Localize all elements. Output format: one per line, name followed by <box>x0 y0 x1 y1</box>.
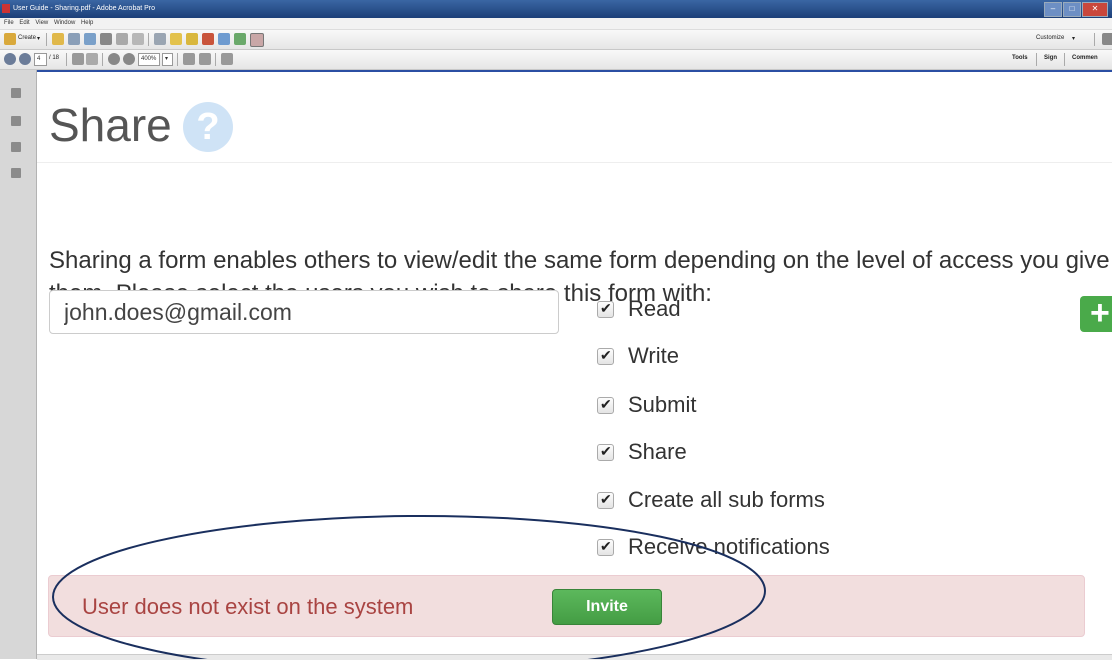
settings-icon[interactable] <box>154 33 166 45</box>
write-checkbox[interactable] <box>597 347 614 365</box>
window-title: User Guide - Sharing.pdf - Adobe Acrobat… <box>13 5 156 12</box>
zoom-in-icon[interactable] <box>123 53 135 65</box>
save-icon[interactable] <box>68 33 80 45</box>
invite-button[interactable]: Invite <box>552 589 662 625</box>
combine-icon[interactable] <box>218 33 230 45</box>
navigation-toolbar: 4 / 18 400% ▾ Tools Sign Commen <box>0 50 1112 70</box>
hand-tool-icon[interactable] <box>86 53 98 65</box>
form-icon[interactable] <box>250 33 264 47</box>
header-divider <box>37 162 1112 163</box>
menu-help[interactable]: Help <box>81 18 93 29</box>
edit-icon[interactable] <box>116 33 128 45</box>
scissors-icon[interactable] <box>221 53 233 65</box>
toolbar-divider <box>148 33 149 46</box>
share-checkbox[interactable] <box>597 443 614 461</box>
alert-message: User does not exist on the system <box>82 594 414 619</box>
customize-button[interactable]: Customize <box>1036 35 1064 41</box>
next-page-icon[interactable] <box>19 53 31 65</box>
toolbar-divider <box>177 53 178 66</box>
sign-tab[interactable]: Sign <box>1044 55 1057 61</box>
select-cursor-icon[interactable] <box>72 53 84 65</box>
close-icon[interactable]: ✕ <box>1082 2 1108 17</box>
tools-tab[interactable]: Tools <box>1012 55 1028 61</box>
permission-create-sub-forms[interactable]: Create all sub forms <box>597 487 825 513</box>
pdf-icon[interactable] <box>202 33 214 45</box>
email-icon[interactable] <box>132 33 144 45</box>
menu-edit[interactable]: Edit <box>19 18 29 29</box>
permission-label: Create all sub forms <box>628 487 825 512</box>
create-icon[interactable] <box>4 33 16 45</box>
permission-receive-notifications[interactable]: Receive notifications <box>597 534 830 560</box>
customize-dropdown-icon[interactable]: ▾ <box>1072 35 1075 42</box>
zoom-level-input[interactable]: 400% <box>138 53 160 66</box>
previous-page-icon[interactable] <box>4 53 16 65</box>
page-number-input[interactable]: 4 <box>34 53 47 66</box>
create-button[interactable]: Create <box>18 35 36 41</box>
page-top-border <box>37 70 1112 72</box>
open-folder-icon[interactable] <box>52 33 64 45</box>
export-icon[interactable] <box>234 33 246 45</box>
print-icon[interactable] <box>100 33 112 45</box>
toolbar-divider <box>215 53 216 66</box>
window-controls: – □ ✕ <box>1044 2 1108 17</box>
comment-icon[interactable] <box>170 33 182 45</box>
help-icon[interactable]: ? <box>183 102 233 152</box>
toolbar-divider <box>1036 53 1037 66</box>
title-bar: User Guide - Sharing.pdf - Adobe Acrobat… <box>0 0 1112 18</box>
toolbar-divider <box>1094 33 1095 46</box>
submit-checkbox[interactable] <box>597 396 614 414</box>
permission-share[interactable]: Share <box>597 439 687 465</box>
permission-label: Write <box>628 343 679 368</box>
error-alert: User does not exist on the system Invite <box>48 575 1085 637</box>
horizontal-scrollbar[interactable] <box>37 654 1112 660</box>
menu-file[interactable]: File <box>4 18 14 29</box>
share-title: Share <box>49 99 172 151</box>
menu-view[interactable]: View <box>35 18 48 29</box>
permission-label: Share <box>628 439 687 464</box>
highlight-icon[interactable] <box>186 33 198 45</box>
permission-read[interactable]: Read <box>597 296 681 322</box>
permission-label: Read <box>628 296 681 321</box>
receive-notifications-checkbox[interactable] <box>597 538 614 556</box>
zoom-out-icon[interactable] <box>108 53 120 65</box>
create-dropdown-icon[interactable]: ▾ <box>37 35 40 42</box>
acrobat-app-icon <box>2 4 10 13</box>
toolbar-divider <box>102 53 103 66</box>
attachments-icon[interactable] <box>11 142 21 152</box>
expand-icon[interactable] <box>1102 33 1112 45</box>
add-user-button[interactable]: + <box>1080 296 1112 332</box>
document-page: Share ? Sharing a form enables others to… <box>37 70 1112 659</box>
toolbar-divider <box>1064 53 1065 66</box>
zoom-dropdown-icon[interactable]: ▾ <box>162 53 173 66</box>
permission-submit[interactable]: Submit <box>597 392 696 418</box>
page-total: / 18 <box>49 55 60 61</box>
signatures-icon[interactable] <box>11 168 21 178</box>
bookmarks-icon[interactable] <box>11 116 21 126</box>
read-checkbox[interactable] <box>597 300 614 318</box>
comment-tab[interactable]: Commen <box>1072 55 1098 61</box>
fit-width-icon[interactable] <box>183 53 195 65</box>
create-sub-forms-checkbox[interactable] <box>597 491 614 509</box>
main-toolbar: Create ▾ Customize ▾ <box>0 30 1112 50</box>
navigation-pane <box>0 70 37 659</box>
fit-page-icon[interactable] <box>199 53 211 65</box>
permission-label: Submit <box>628 392 697 417</box>
menu-bar: File Edit View Window Help <box>0 18 1112 30</box>
minimize-icon[interactable]: – <box>1044 2 1062 17</box>
page-thumbnails-icon[interactable] <box>11 88 21 98</box>
toolbar-divider <box>66 53 67 66</box>
cloud-icon[interactable] <box>84 33 96 45</box>
email-input[interactable] <box>49 290 559 334</box>
permission-write[interactable]: Write <box>597 343 679 369</box>
maximize-icon[interactable]: □ <box>1063 2 1081 17</box>
permission-label: Receive notifications <box>628 534 830 559</box>
menu-window[interactable]: Window <box>54 18 75 29</box>
toolbar-divider <box>46 33 47 46</box>
